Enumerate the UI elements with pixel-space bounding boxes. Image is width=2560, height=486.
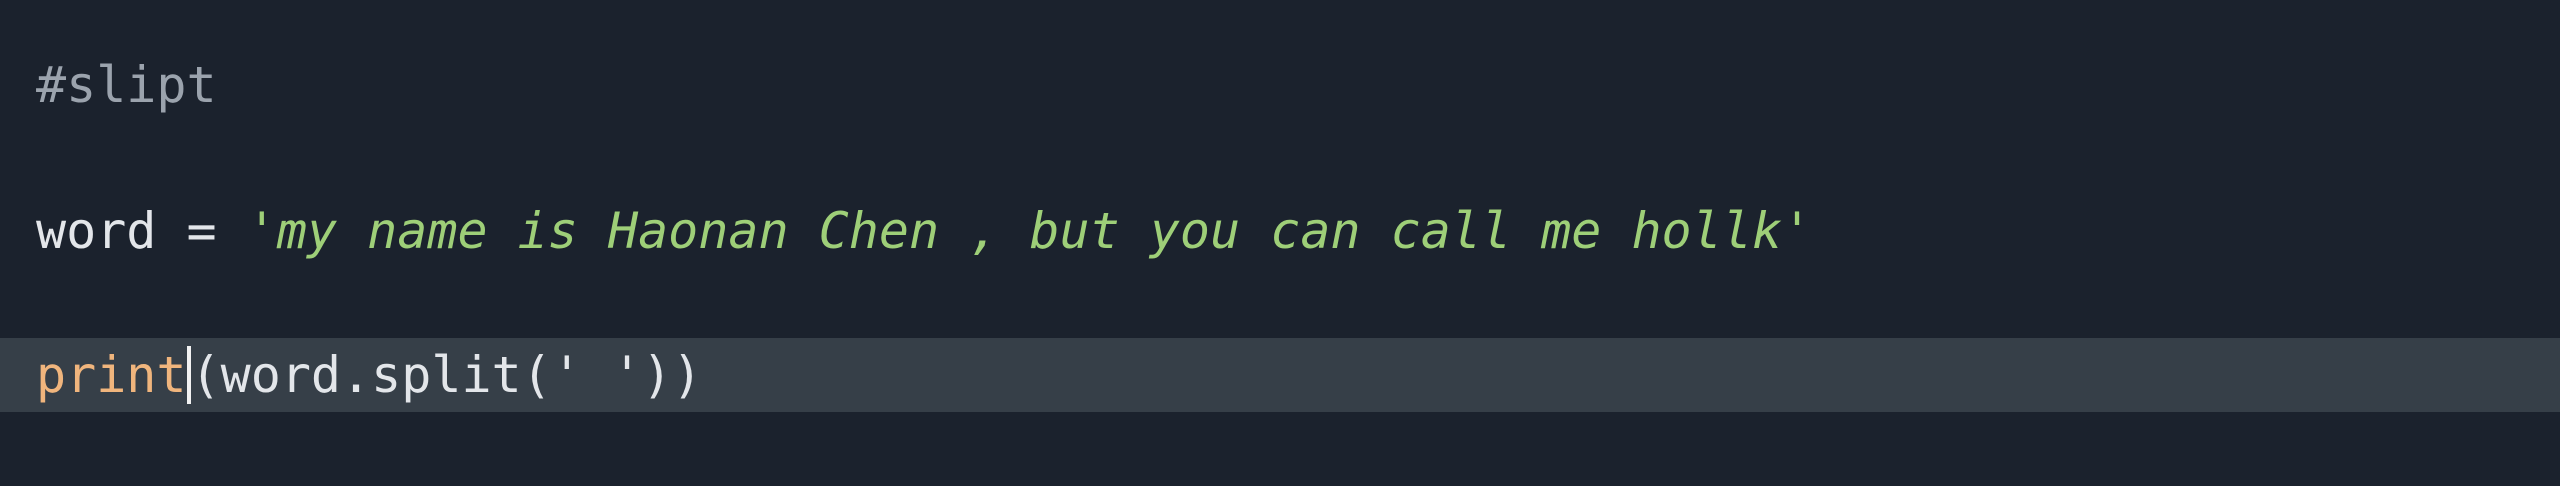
comment-token: #slipt [36,56,217,114]
code-editor[interactable]: #slipt word = 'my name is Haonan Chen , … [0,0,2560,486]
code-line-1[interactable]: #slipt [0,48,2560,122]
call-expression-token: (word.split(' ')) [190,346,703,404]
code-line-2[interactable]: word = 'my name is Haonan Chen , but you… [0,194,2560,268]
variable-token: word [36,202,157,260]
current-code-line[interactable]: print (word.split(' ')) [0,338,2560,412]
string-literal-token: 'my name is Haonan Chen , but you can ca… [246,202,1813,260]
builtin-function-token: print [36,346,187,404]
operator-token: = [156,202,247,260]
